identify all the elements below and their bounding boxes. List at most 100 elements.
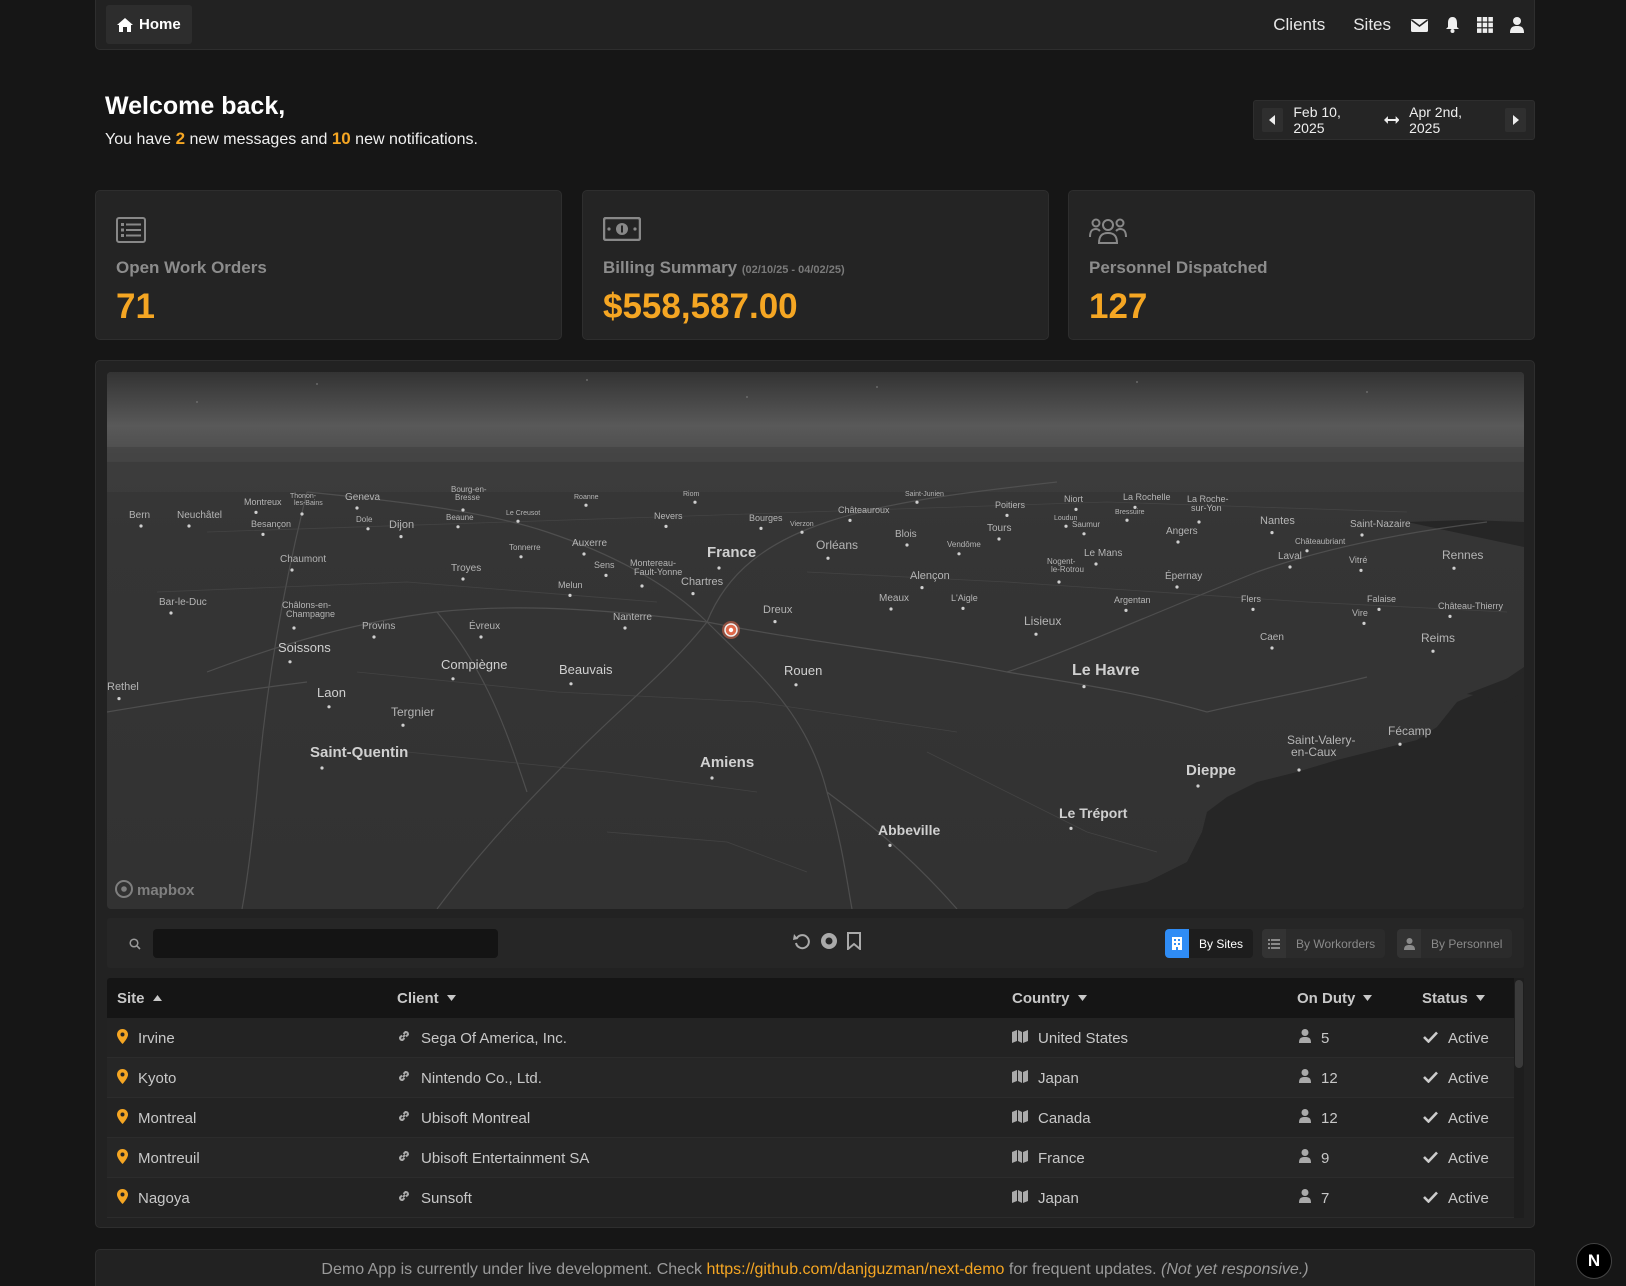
map-city-label: Fécamp — [1388, 724, 1432, 738]
map-city-label: La Rochelle — [1123, 492, 1171, 502]
map-city-dot — [355, 506, 359, 510]
table-row[interactable]: Nagoya Sunsoft Japan 7 Active — [107, 1178, 1524, 1218]
user-icon — [1299, 1029, 1311, 1047]
mapbox-attribution: mapbox — [137, 882, 195, 899]
map-city-label: Chaumont — [280, 554, 326, 565]
tab-by-personnel[interactable]: By Personnel — [1397, 929, 1513, 958]
tab-by-sites[interactable]: By Sites — [1165, 929, 1254, 958]
map-city-label: Le Havre — [1072, 662, 1140, 679]
date-start[interactable]: Feb 10, 2025 — [1293, 104, 1373, 136]
map-city-dot — [1251, 607, 1255, 611]
status-text: Active — [1448, 1189, 1489, 1207]
welcome-text: new notifications. — [350, 131, 478, 148]
map-city-dot — [461, 508, 465, 512]
map-city-label: Laval — [1278, 551, 1302, 562]
map-city-dot — [169, 611, 173, 615]
map-view[interactable]: Bern Neuchâtel Montreux Thonon-les-Bains Gen… — [107, 372, 1524, 909]
map-city-dot — [519, 555, 523, 559]
map-city-dot — [915, 500, 919, 504]
caret-left-icon — [1269, 115, 1276, 125]
home-button[interactable]: Home — [106, 5, 192, 44]
envelope-icon[interactable] — [1411, 18, 1428, 32]
map-icon — [1012, 1189, 1028, 1207]
user-icon[interactable] — [1510, 17, 1524, 33]
map-city-dot — [640, 584, 644, 588]
country-name: Japan — [1038, 1189, 1079, 1207]
map-pin-icon — [117, 1068, 128, 1088]
caret-up-icon — [152, 995, 162, 1001]
map-city-dot — [1176, 540, 1180, 544]
map-city-label: Tergnier — [391, 705, 434, 719]
bookmark-icon[interactable] — [847, 932, 861, 950]
column-header-site[interactable]: Site — [117, 990, 162, 1007]
table-row[interactable]: Kyoto Nintendo Co., Ltd. Japan 12 Active — [107, 1058, 1524, 1098]
github-link[interactable]: https://github.com/danjguzman/next-demo — [706, 1261, 1004, 1278]
cell-site: Montreal — [117, 1098, 196, 1138]
link-icon — [397, 1109, 411, 1127]
map-city-label: Chartres — [681, 576, 724, 588]
nav-link-clients[interactable]: Clients — [1273, 15, 1325, 35]
cell-status: Active — [1423, 1058, 1489, 1098]
map-city-label: Bar-le-Duc — [159, 597, 207, 608]
map-city-dot — [1196, 784, 1200, 788]
date-end[interactable]: Apr 2nd, 2025 — [1409, 104, 1495, 136]
column-header-country[interactable]: Country — [1012, 990, 1087, 1007]
tab-by-workorders[interactable]: By Workorders — [1262, 929, 1386, 958]
table-row[interactable]: Montreuil Ubisoft Entertainment SA France 9… — [107, 1138, 1524, 1178]
map-city-dot — [461, 577, 465, 581]
map-city-dot — [623, 626, 627, 630]
caret-down-icon — [1475, 995, 1485, 1001]
cell-on-duty: 5 — [1299, 1018, 1329, 1058]
map-city-dot — [1125, 518, 1129, 522]
grid-icon[interactable] — [1477, 17, 1493, 33]
card-value: 71 — [116, 287, 155, 326]
status-text: Active — [1448, 1029, 1489, 1047]
map-city-dot — [664, 524, 668, 528]
column-header-status[interactable]: Status — [1422, 990, 1485, 1007]
table-row[interactable]: Montreal Ubisoft Montreal Canada 12 Active — [107, 1098, 1524, 1138]
nav-right: Clients Sites — [1245, 0, 1524, 50]
site-name: Irvine — [138, 1029, 175, 1047]
column-header-on-duty[interactable]: On Duty — [1297, 990, 1373, 1007]
country-name: Canada — [1038, 1109, 1091, 1127]
map-city-dot — [139, 524, 143, 528]
map-city-label: Le Creusot — [506, 510, 540, 517]
map-city-label: Château-Thierry — [1438, 601, 1504, 611]
undo-icon[interactable] — [793, 932, 811, 950]
scrollbar-thumb[interactable] — [1515, 980, 1523, 1068]
cell-client: Nintendo Co., Ltd. — [397, 1058, 542, 1098]
map-city-label: Abbeville — [878, 822, 940, 838]
map-city-dot — [773, 620, 777, 624]
user-icon — [1299, 1069, 1311, 1087]
search-input[interactable] — [153, 929, 498, 958]
table-row[interactable]: Irvine Sega Of America, Inc. United States… — [107, 1018, 1524, 1058]
user-icon — [1299, 1149, 1311, 1167]
map-city-dot — [888, 843, 892, 847]
client-name: Ubisoft Entertainment SA — [421, 1149, 590, 1167]
date-next-button[interactable] — [1504, 108, 1526, 132]
map-canvas[interactable]: Bern NeuchâtelMontreuxThonon-les-BainsGen… — [107, 372, 1524, 909]
map-city-label: Châteauroux — [838, 505, 890, 515]
bell-icon[interactable] — [1445, 17, 1460, 33]
map-city-dot — [254, 510, 258, 514]
map-city-label: Troyes — [451, 563, 481, 574]
column-header-client[interactable]: Client — [397, 990, 456, 1007]
date-prev-button[interactable] — [1262, 108, 1284, 132]
map-city-label: Geneva — [345, 492, 380, 503]
table-scrollbar[interactable] — [1514, 978, 1524, 1218]
site-marker[interactable] — [722, 621, 740, 639]
cell-site: Irvine — [117, 1018, 175, 1058]
map-city-label: Vire — [1352, 608, 1368, 618]
map-city-label: Montereau-Fault-Yonne — [630, 558, 682, 577]
nav-link-sites[interactable]: Sites — [1353, 15, 1391, 35]
welcome-title: Welcome back, — [105, 92, 286, 120]
record-icon[interactable] — [820, 932, 838, 950]
cell-on-duty: 9 — [1299, 1138, 1329, 1178]
cell-site: Nagoya — [117, 1178, 190, 1218]
check-icon — [1423, 1030, 1438, 1047]
map-city-label: Dreux — [763, 604, 793, 616]
map-city-label: Auxerre — [572, 538, 607, 549]
status-text: Active — [1448, 1149, 1489, 1167]
nextjs-badge[interactable]: N — [1576, 1243, 1612, 1279]
on-duty-count: 5 — [1321, 1029, 1330, 1047]
